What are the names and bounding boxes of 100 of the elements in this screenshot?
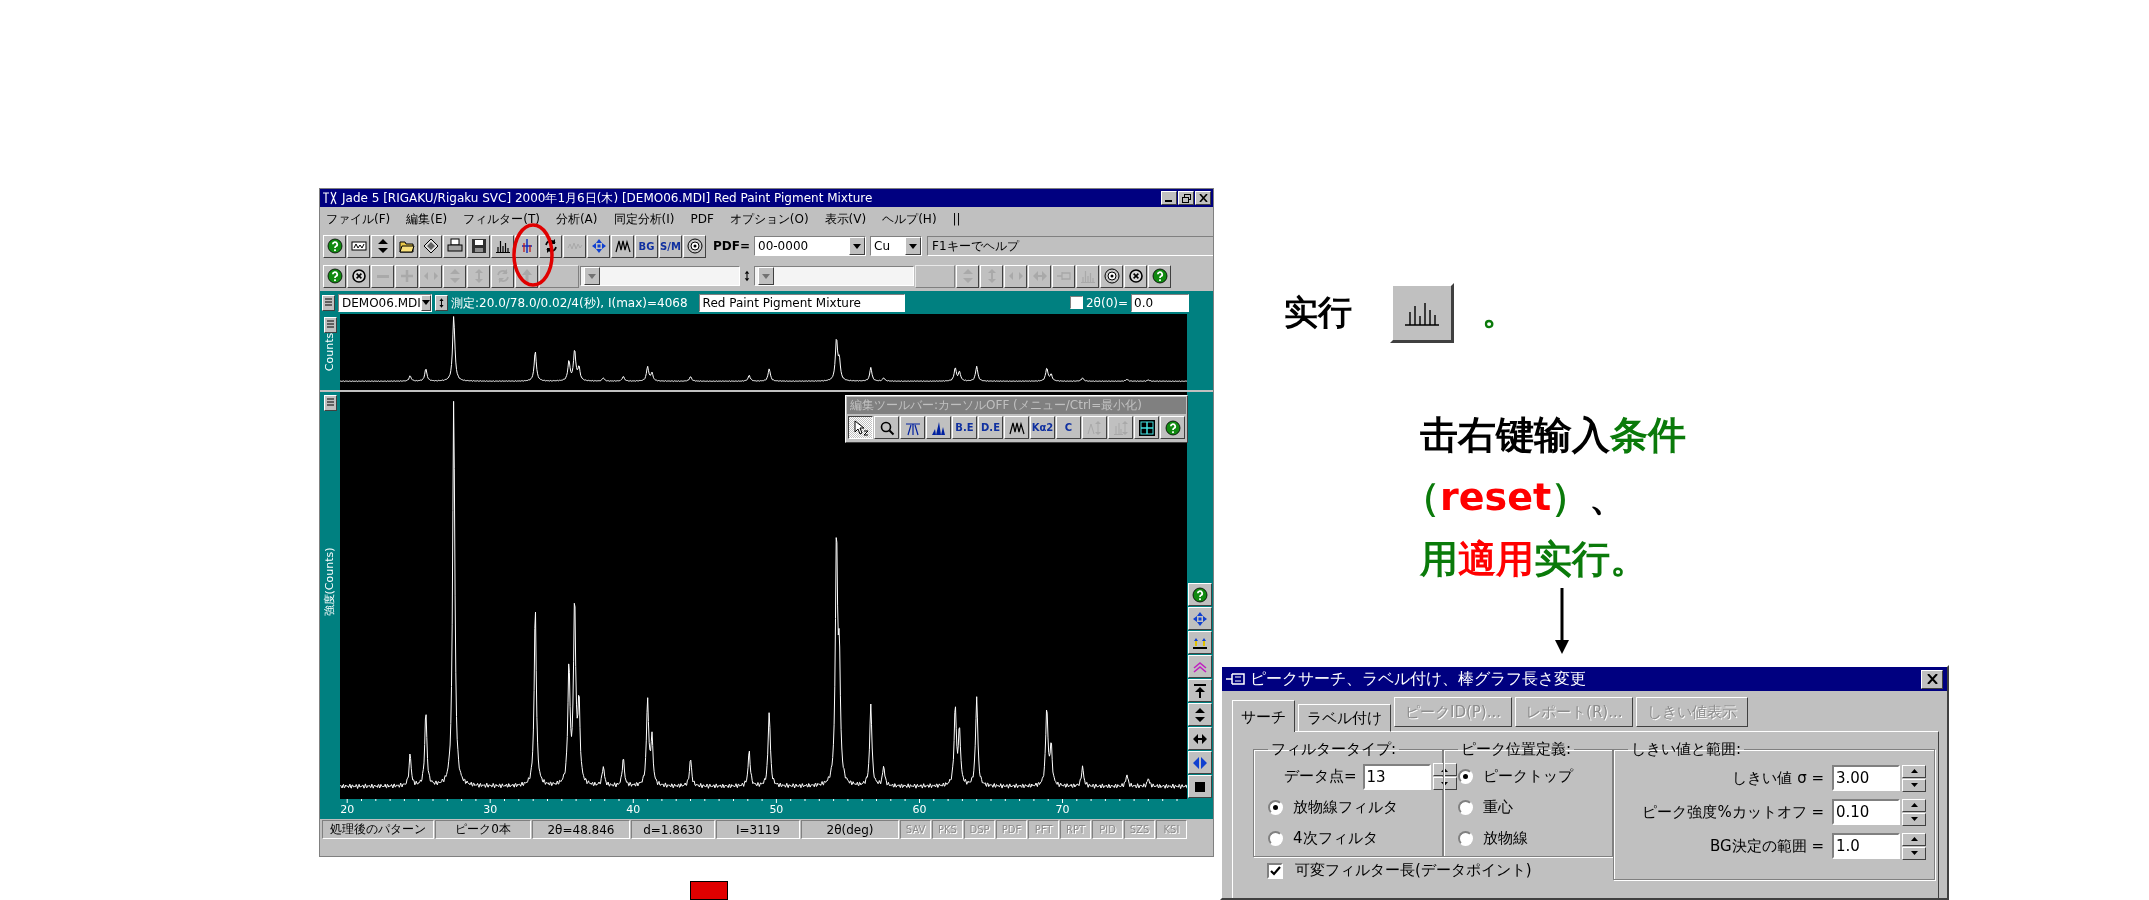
menu-item[interactable]: 編集(E) — [406, 210, 448, 228]
status-field: 2θ=48.846 — [532, 820, 630, 839]
number-field[interactable]: 3.00 — [1832, 765, 1900, 791]
left-right-triangles-icon — [1192, 754, 1208, 771]
spin-up-button[interactable] — [1902, 832, 1926, 846]
side-tool-button[interactable] — [1188, 655, 1212, 678]
spin-down-button[interactable] — [1902, 812, 1926, 826]
toolbar-button[interactable]: Kα2 — [1030, 416, 1055, 439]
spin-down-button[interactable] — [1902, 846, 1926, 860]
radio-button[interactable] — [1458, 831, 1473, 846]
axis-tick-label: 60 — [912, 803, 927, 816]
file-dropdown[interactable]: DEMO06.MDI — [338, 293, 432, 312]
radio-button[interactable] — [1458, 769, 1473, 784]
help-icon — [1151, 268, 1168, 284]
field-label: ピーク強度%カットオフ = — [1642, 802, 1824, 822]
menu-item[interactable]: オプション(O) — [729, 210, 809, 228]
side-tool-button[interactable] — [1188, 607, 1212, 630]
menu-item[interactable]: 表示(V) — [824, 210, 867, 228]
spin-button[interactable] — [435, 294, 448, 311]
caret-icon — [588, 273, 596, 279]
down-arrow — [1554, 588, 1570, 654]
up-triangle-icon — [1910, 837, 1918, 841]
toolbar-button[interactable] — [848, 416, 873, 439]
axis-tick-label: 70 — [1055, 803, 1070, 816]
window-title: Jade 5 [RIGAKU/Rigaku SVC] 2000年1月6日(木) [DEMO06.MDI] Red Paint Pigment Mixture — [342, 189, 873, 207]
minimize-button[interactable] — [1161, 191, 1177, 205]
status-flag: SZS — [1124, 820, 1155, 839]
tab[interactable]: ラベル付け — [1298, 704, 1391, 732]
side-tool-button[interactable] — [1188, 727, 1212, 750]
option-label: ピークトップ — [1483, 767, 1573, 786]
tab[interactable]: サーチ — [1232, 700, 1295, 732]
status-flag: PFT — [1028, 820, 1059, 839]
offset-label: 2θ(0)= — [1085, 295, 1128, 310]
square-marker — [690, 881, 728, 900]
circle-cross-icon — [350, 268, 367, 284]
side-tool-button[interactable] — [1188, 775, 1212, 798]
radio-button[interactable] — [1268, 800, 1283, 815]
magnifier-icon — [878, 419, 895, 436]
pane-menu-button[interactable] — [323, 395, 337, 411]
measurement-info: 測定:20.0/78.0/0.02/4(秒), I(max)=4068 — [451, 294, 688, 311]
toolbar-button[interactable]: D.E — [978, 416, 1003, 439]
pin-icon — [1226, 672, 1246, 686]
checkbox[interactable] — [1267, 862, 1283, 879]
side-tool-button[interactable] — [1188, 679, 1212, 702]
axis-tick-label: 30 — [483, 803, 498, 816]
menu-item[interactable]: フィルター(T) — [463, 210, 540, 228]
option-label: 放物線フィルタ — [1293, 798, 1398, 817]
axis-tick-label: 20 — [340, 803, 355, 816]
checkbox-label: 可変フィルター長(データポイント) — [1295, 861, 1532, 880]
status-field: 処理後のパターン — [322, 820, 434, 839]
toolbar-button[interactable]: C — [1056, 416, 1081, 439]
pdf-number-dropdown[interactable]: 00-0000 — [754, 236, 866, 256]
menu-item[interactable]: 同定分析(I) — [613, 210, 675, 228]
offset-field[interactable]: 0.0 — [1131, 293, 1189, 312]
menu-item[interactable]: PDF — [690, 212, 714, 226]
radio-button[interactable] — [1268, 831, 1283, 846]
radio-button[interactable] — [1458, 800, 1473, 815]
group-title: フィルタータイプ: — [1270, 740, 1398, 759]
number-field[interactable]: 0.10 — [1832, 799, 1900, 825]
checkbox[interactable] — [1069, 296, 1083, 309]
side-tool-button[interactable] — [1188, 703, 1212, 726]
menu-item[interactable]: ファイル(F) — [326, 210, 391, 228]
caret-icon — [762, 273, 770, 279]
side-tool-button[interactable] — [1188, 751, 1212, 774]
menu-item[interactable]: || — [952, 212, 961, 226]
axis-label: Counts — [323, 332, 337, 372]
sample-name-field[interactable]: Red Paint Pigment Mixture — [698, 293, 905, 312]
status-flag: DSP — [964, 820, 995, 839]
close-button[interactable] — [1195, 191, 1211, 205]
status-field: d=1.8630 — [631, 820, 715, 839]
spin-down-button[interactable] — [1432, 777, 1457, 790]
dialog-title: ピークサーチ、ラベル付け、棒グラフ長さ変更 — [1250, 668, 1586, 690]
spin-up-button[interactable] — [1902, 764, 1926, 778]
restore-button[interactable] — [1178, 191, 1194, 205]
instruction-text: 用適用实行。 — [1420, 536, 1648, 582]
toolbar-button[interactable]: B.E — [952, 416, 977, 439]
side-tool-button[interactable] — [1188, 583, 1212, 606]
menu-item[interactable]: 分析(A) — [555, 210, 598, 228]
peak-curve-icon — [614, 238, 631, 254]
down-triangle-icon — [1910, 783, 1918, 787]
toolbar-button[interactable]: BG — [635, 234, 658, 258]
highlight-ellipse — [511, 222, 555, 288]
side-tool-button[interactable] — [1188, 631, 1212, 654]
status-field: ピーク0本 — [435, 820, 531, 839]
scan-icon — [350, 238, 367, 254]
spin-up-button[interactable] — [1902, 798, 1926, 812]
spin-down-button[interactable] — [1902, 778, 1926, 792]
spin-up-button[interactable] — [1432, 763, 1457, 776]
field-label: BG決定の範囲 = — [1710, 836, 1824, 856]
status-flag: RPT — [1060, 820, 1091, 839]
pane-menu-button[interactable] — [322, 294, 335, 311]
close-button[interactable] — [1921, 669, 1943, 689]
peak-bars-icon — [494, 238, 511, 254]
data-points-field[interactable]: 13 — [1362, 763, 1431, 790]
menu-item[interactable]: ヘルプ(H) — [882, 210, 937, 228]
pane-menu-button[interactable] — [323, 317, 337, 333]
target-dropdown[interactable]: Cu — [870, 236, 922, 256]
number-field[interactable]: 1.0 — [1832, 833, 1900, 859]
toolbar-button[interactable]: S/M — [659, 234, 682, 258]
four-arrows-icon — [1192, 610, 1208, 627]
